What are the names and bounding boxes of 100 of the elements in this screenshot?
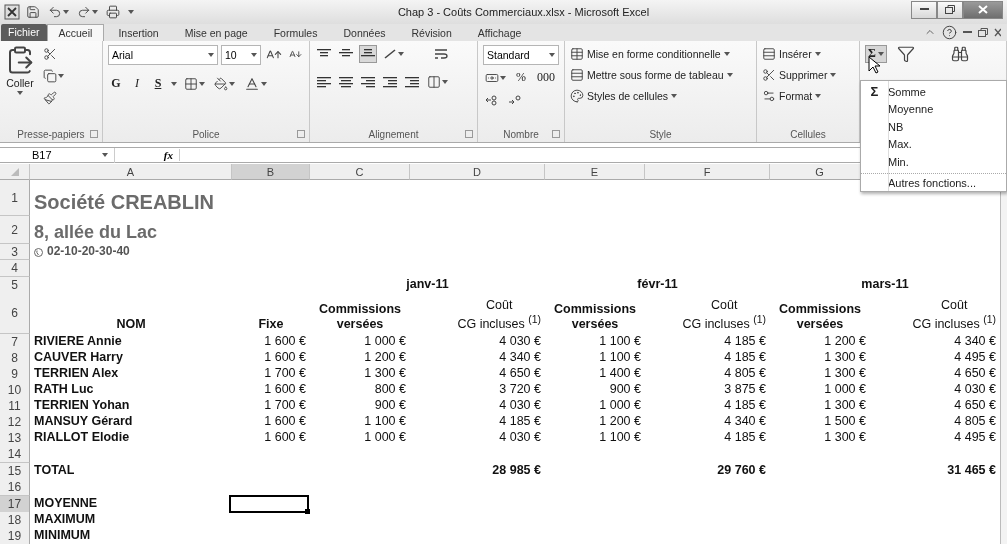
spreadsheet-logo-icon[interactable]	[4, 3, 20, 20]
style-menu-button[interactable]: Styles de cellules	[570, 86, 678, 105]
row-header: 11	[0, 398, 30, 415]
help-icon	[942, 24, 957, 40]
caret-icon	[92, 9, 98, 14]
row-header: 2	[0, 216, 30, 244]
table-cell-text: 1 300 €	[823, 398, 867, 414]
cells-menu-button[interactable]: Insérer	[762, 44, 821, 63]
ribbon-tab[interactable]: Données	[331, 23, 398, 41]
scissors-icon	[762, 67, 776, 82]
menu-item[interactable]: Σ Somme	[861, 83, 1006, 101]
row-header: 14	[0, 446, 30, 463]
table-cell-text: 900 €	[373, 398, 407, 414]
decimal-arrow-icon	[485, 93, 499, 106]
caret-icon	[63, 9, 69, 14]
table-cell-text: 1 200 €	[363, 350, 407, 366]
row-header: 1	[0, 180, 30, 216]
table-cell-text: 1 300 €	[363, 366, 407, 382]
save-icon	[26, 4, 40, 19]
cells-menu-button[interactable]: Supprimer	[762, 65, 837, 84]
row-header: 9	[0, 366, 30, 383]
align-bottom-button[interactable]	[359, 44, 377, 63]
table-cell-text: 1 000 €	[363, 430, 407, 446]
ribbon-tab[interactable]: Révision	[399, 23, 464, 41]
diagonal-line-icon	[383, 47, 397, 60]
column-header[interactable]: A	[30, 164, 232, 180]
column-header[interactable]: B	[232, 164, 310, 180]
binoculars-icon	[950, 44, 969, 63]
restore-icon[interactable]	[978, 27, 988, 37]
table-cell-text: 4 030 €	[498, 334, 542, 350]
table-cell-text: RIALLOT Elodie	[33, 430, 131, 446]
caret-icon	[208, 52, 214, 57]
caret-icon	[726, 72, 733, 77]
caret-icon	[814, 51, 821, 56]
decimal-arrow-icon	[508, 93, 522, 106]
percent-button[interactable]: %	[513, 68, 529, 87]
column-header[interactable]: C	[310, 164, 410, 180]
grid-icon	[184, 76, 198, 91]
minimize-button[interactable]	[911, 0, 937, 19]
table-cell-text: 1 600 €	[263, 350, 307, 366]
row-header: 3	[0, 244, 30, 260]
thousands-button[interactable]: 000	[534, 68, 558, 87]
phone-number: 02-10-20-30-40	[47, 244, 130, 259]
table-cell-text: 1 200 €	[598, 414, 642, 430]
table-cell-text: TERRIEN Yohan	[33, 398, 131, 414]
menu-item[interactable]: Max.	[861, 135, 1006, 153]
column-header[interactable]: F	[645, 164, 770, 180]
style-menu-button[interactable]: Mettre sous forme de tableau	[570, 65, 733, 84]
number-format-field[interactable]: Standard	[483, 44, 559, 65]
menu-item[interactable]: NB	[861, 117, 1006, 136]
text-lines-icon	[361, 75, 375, 88]
ribbon-tab[interactable]: Affichage	[465, 23, 534, 41]
underline-button[interactable]: S	[150, 74, 166, 93]
font-size-field[interactable]: 10	[221, 44, 261, 65]
row-header: 10	[0, 382, 30, 399]
column-header[interactable]: E	[545, 164, 645, 180]
minimize-icon[interactable]	[963, 30, 972, 34]
caret-icon	[830, 72, 837, 77]
table-icon	[570, 46, 584, 61]
table-cell-text: 1 000 €	[363, 334, 407, 350]
cells-menu-button[interactable]: Format	[762, 86, 822, 105]
menu-item[interactable]: Moyenne	[861, 100, 1006, 118]
font-name-field[interactable]: Arial	[108, 44, 218, 65]
fill-color-button[interactable]	[212, 74, 237, 93]
table-cell-text: 1 100 €	[598, 350, 642, 366]
table-cell-text: Coût CG incluses $^{(1)}$	[911, 296, 997, 334]
column-header[interactable]: D	[410, 164, 545, 180]
name-box[interactable]: B17	[0, 147, 115, 163]
group-label: Cellules	[790, 129, 826, 140]
ribbon-tab[interactable]: Mise en page	[172, 23, 260, 41]
italic-button[interactable]: I	[129, 74, 145, 93]
table-cell-text: 1 600 €	[263, 430, 307, 446]
table-cell-text: 1 700 €	[263, 398, 307, 414]
table-cell-text: MANSUY Gérard	[33, 414, 134, 430]
active-cell[interactable]	[229, 495, 309, 513]
table-cell-text: 1 100 €	[598, 430, 642, 446]
caret-icon	[500, 75, 506, 80]
table-cell-text: MINIMUM	[33, 528, 92, 544]
table-cell-text: MAXIMUM	[33, 512, 97, 528]
close-icon[interactable]	[994, 27, 1001, 37]
table-cell-text: 4 495 €	[953, 350, 997, 366]
group-label: Style	[649, 129, 672, 140]
table-cell-text: 4 805 €	[723, 366, 767, 382]
table-cell-text: 1 300 €	[823, 350, 867, 366]
restore-button[interactable]	[937, 0, 963, 19]
insert-function-button[interactable]: fx	[115, 149, 180, 161]
caret-icon	[261, 81, 267, 86]
phone-icon	[34, 248, 43, 257]
ribbon-tab[interactable]: Insertion	[106, 23, 171, 41]
row-header: 15	[0, 463, 30, 480]
style-menu-button[interactable]: Mise en forme conditionnelle	[570, 44, 730, 63]
table-cell-text: Coût CG incluses $^{(1)}$	[681, 296, 767, 334]
close-button[interactable]	[963, 0, 1003, 19]
ribbon-tab[interactable]: Formules	[261, 23, 330, 41]
table-cell-text: 1 200 €	[823, 334, 867, 350]
bold-button[interactable]: G	[108, 74, 124, 93]
table-cell-text: 1 100 €	[598, 334, 642, 350]
paste-button[interactable]: Coller	[5, 44, 35, 95]
row-header: 7	[0, 334, 30, 351]
autosum-button[interactable]: Σ	[865, 44, 887, 63]
